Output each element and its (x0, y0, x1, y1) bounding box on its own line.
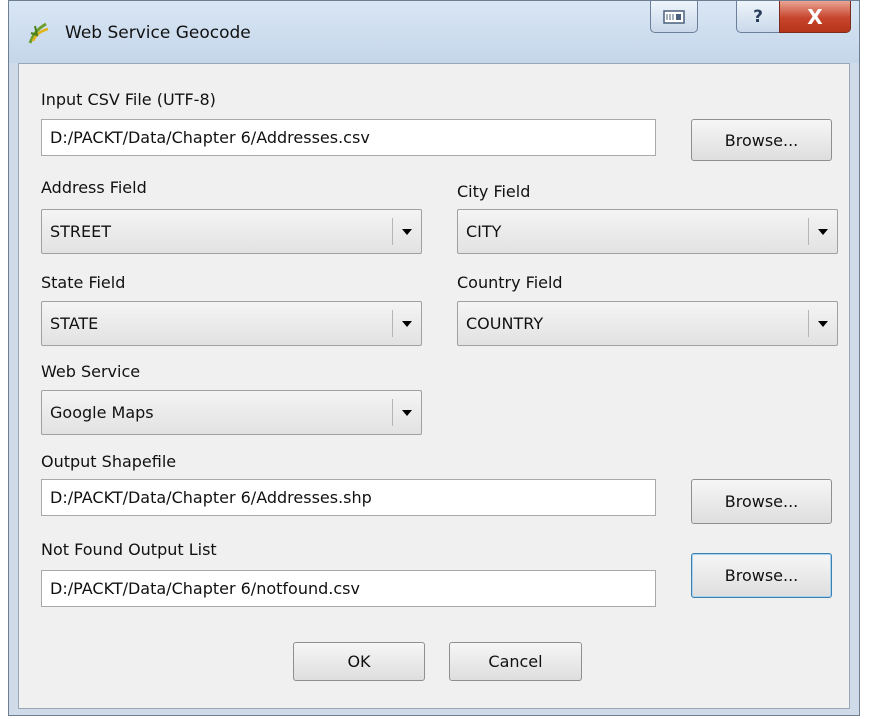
state-field-value: STATE (50, 314, 99, 333)
address-field-dropdown[interactable]: STREET (41, 209, 422, 254)
dropdown-arrow-icon (402, 321, 412, 327)
country-field-dropdown[interactable]: COUNTRY (457, 301, 838, 346)
dropdown-separator (392, 399, 393, 426)
state-field-dropdown[interactable]: STATE (41, 301, 422, 346)
web-service-label: Web Service (41, 362, 141, 381)
output-shapefile-label: Output Shapefile (41, 452, 177, 471)
keyboard-icon[interactable] (650, 1, 698, 33)
state-field-label: State Field (41, 273, 126, 292)
title-bar[interactable]: Web Service Geocode ? X (9, 1, 859, 63)
web-service-dropdown[interactable]: Google Maps (41, 390, 422, 435)
country-field-value: COUNTRY (466, 314, 544, 333)
not-found-field[interactable]: D:/PACKT/Data/Chapter 6/notfound.csv (41, 570, 656, 607)
not-found-browse-button[interactable]: Browse... (691, 553, 832, 598)
address-field-label: Address Field (41, 178, 147, 197)
input-csv-field[interactable]: D:/PACKT/Data/Chapter 6/Addresses.csv (41, 119, 656, 156)
city-field-dropdown[interactable]: CITY (457, 209, 838, 254)
output-shapefile-field[interactable]: D:/PACKT/Data/Chapter 6/Addresses.shp (41, 479, 656, 516)
dropdown-arrow-icon (818, 321, 828, 327)
city-field-value: CITY (466, 222, 502, 241)
dropdown-separator (808, 218, 809, 245)
city-field-label: City Field (457, 182, 531, 201)
dropdown-separator (808, 310, 809, 337)
qgis-icon (27, 21, 51, 45)
output-shapefile-browse-button[interactable]: Browse... (691, 479, 832, 524)
dropdown-separator (392, 218, 393, 245)
dialog-window: Web Service Geocode ? X Input CSV File (… (8, 0, 860, 716)
help-icon[interactable]: ? (736, 1, 780, 33)
dropdown-arrow-icon (818, 229, 828, 235)
close-icon[interactable]: X (779, 1, 851, 33)
cancel-button[interactable]: Cancel (449, 642, 582, 681)
dialog-body: Input CSV File (UTF-8) D:/PACKT/Data/Cha… (18, 63, 850, 709)
country-field-label: Country Field (457, 273, 563, 292)
input-csv-label: Input CSV File (UTF-8) (41, 90, 216, 109)
address-field-value: STREET (50, 222, 112, 241)
ok-button[interactable]: OK (293, 642, 425, 681)
window-title: Web Service Geocode (65, 23, 251, 43)
web-service-value: Google Maps (50, 403, 154, 422)
dropdown-separator (392, 310, 393, 337)
dropdown-arrow-icon (402, 229, 412, 235)
not-found-label: Not Found Output List (41, 540, 217, 559)
dropdown-arrow-icon (402, 410, 412, 416)
input-csv-browse-button[interactable]: Browse... (691, 119, 832, 161)
